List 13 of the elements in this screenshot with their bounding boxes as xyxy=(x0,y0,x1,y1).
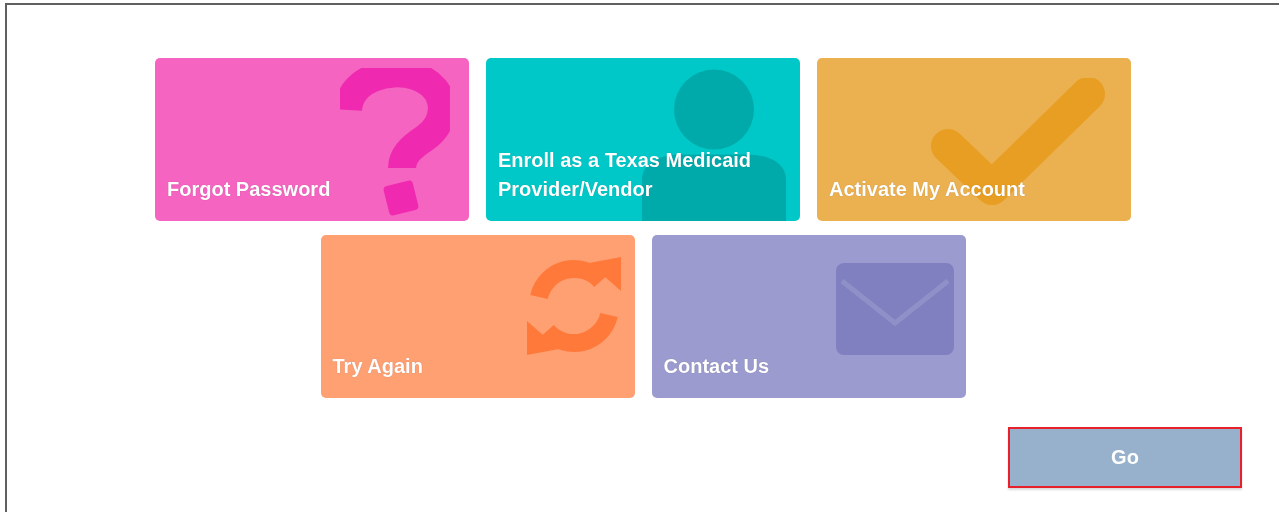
tile-label: Forgot Password xyxy=(167,177,332,202)
action-tile[interactable]: Enroll as a Texas Medicaid Provider/Vendor xyxy=(486,58,800,221)
action-tile[interactable]: Forgot Password xyxy=(155,58,469,221)
tile-label: Activate My Account xyxy=(829,177,1026,202)
question-mark-icon xyxy=(340,68,450,216)
tile-label: Enroll as a Texas Medicaid Provider/Vendor xyxy=(498,148,753,202)
go-button[interactable]: Go xyxy=(1008,427,1242,488)
tile-label: Contact Us xyxy=(663,354,771,379)
action-tile[interactable]: Activate My Account xyxy=(817,58,1131,221)
action-tile[interactable]: Try Again xyxy=(320,235,635,398)
action-tile[interactable]: Contact Us xyxy=(651,235,966,398)
envelope-icon xyxy=(835,263,954,355)
tile-label: Try Again xyxy=(332,354,424,379)
